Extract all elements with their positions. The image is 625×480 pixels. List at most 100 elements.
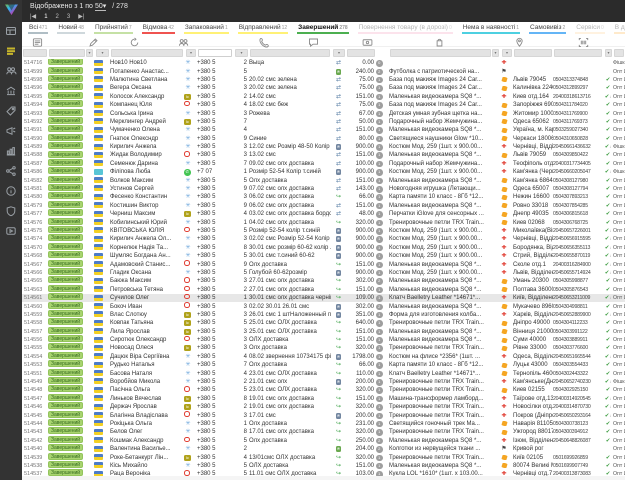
column-filter[interactable]: ▾ xyxy=(184,48,197,57)
megaphone-icon[interactable] xyxy=(5,124,18,137)
phone[interactable]: +7 07 xyxy=(197,168,233,176)
order-row[interactable]: 514580ЗавершенийФесенко Константин✳+380 … xyxy=(22,193,625,201)
phone[interactable]: +380 5 xyxy=(197,135,233,143)
phone[interactable]: +380 5 xyxy=(197,277,233,285)
phone[interactable]: +380 5 xyxy=(197,177,233,185)
delivery-icon[interactable] xyxy=(514,35,525,46)
phone-icon[interactable] xyxy=(258,35,269,46)
order-row[interactable]: 514566ЗавершенийГладик Оксана✳+380 55Гол… xyxy=(22,269,625,277)
phone[interactable]: +380 5 xyxy=(197,412,233,420)
phone[interactable]: +380 5 xyxy=(197,269,233,277)
users-icon[interactable] xyxy=(5,64,18,77)
order-row[interactable]: 514567ЗавершенийАдамовский Станис...+380… xyxy=(22,260,625,268)
order-row[interactable]: 514582ЗавершенийВолков Максим✳+380 55Олх… xyxy=(22,176,625,184)
order-row[interactable]: 514588ЗавершенийЖидак Володимир+380 5313… xyxy=(22,151,625,159)
status-tab[interactable]: Нема в наявності1 xyxy=(462,24,520,34)
page-button[interactable]: 2 xyxy=(56,14,59,20)
phone[interactable]: +380 5 xyxy=(197,378,233,386)
video-icon[interactable] xyxy=(5,224,18,237)
phone[interactable]: +380 5 xyxy=(197,428,233,436)
column-filter[interactable] xyxy=(249,48,331,57)
phone[interactable]: +380 5 xyxy=(197,160,233,168)
order-row[interactable]: 514563ЗавершенийПетровська Тетяна+380 52… xyxy=(22,286,625,294)
order-row[interactable]: 514596ЗавершенийВегера Оксана✳+380 5320.… xyxy=(22,84,625,92)
order-row[interactable]: 514587ЗавершенийСеменюк Дарина✳+380 5709… xyxy=(22,160,625,168)
edit-icon[interactable] xyxy=(88,35,99,46)
phone[interactable]: +380 5 xyxy=(197,445,233,453)
page-button[interactable]: 3 xyxy=(67,14,70,20)
phone[interactable]: +380 5 xyxy=(197,252,233,260)
phone[interactable]: +380 5 xyxy=(197,386,233,394)
order-row[interactable]: 514558ЗавершенийКовпак Татьянаlc+380 552… xyxy=(22,319,625,327)
shield-icon[interactable] xyxy=(5,204,18,217)
phone[interactable]: +380 5 xyxy=(197,403,233,411)
phone[interactable]: +380 5 xyxy=(197,110,233,118)
phone[interactable]: +380 5 xyxy=(197,143,233,151)
phone[interactable]: +380 5 xyxy=(197,185,233,193)
order-row[interactable]: 514538ЗавершенийКісь Михайло✳+380 55ОЛХ … xyxy=(22,462,625,470)
phone[interactable]: +380 5 xyxy=(197,244,233,252)
order-row[interactable]: 514590ЗавершенийГнатюк Олексндр✳+380 59С… xyxy=(22,135,625,143)
order-row[interactable]: 514554ЗавершенийДацюк Віра Сергіївна✳+38… xyxy=(22,353,625,361)
order-row[interactable]: 514581ЗавершенийУстинов Сергей✳+380 5907… xyxy=(22,185,625,193)
column-filter[interactable]: ▾ xyxy=(331,48,346,57)
phone[interactable]: +380 5 xyxy=(197,344,233,352)
column-filter[interactable]: ▾ xyxy=(500,48,513,57)
order-row[interactable]: 514579ЗавершенийКостишин Виктор✳+380 590… xyxy=(22,202,625,210)
customers-icon[interactable] xyxy=(178,35,189,46)
phone[interactable]: +380 5 xyxy=(197,202,233,210)
phone[interactable]: +380 5 xyxy=(197,420,233,428)
status-tab[interactable]: Завершений278 xyxy=(297,24,348,34)
status-tab[interactable]: Новий48 xyxy=(57,24,85,34)
order-row[interactable]: 514548ЗавершенийПасічна Ольга+380 5523.0… xyxy=(22,386,625,394)
phone[interactable]: +380 5 xyxy=(197,68,233,76)
column-filter[interactable] xyxy=(22,48,48,57)
order-row[interactable]: 514556ЗавершенийСиротюк Олександр+380 53… xyxy=(22,336,625,344)
phone[interactable]: +380 5 xyxy=(197,353,233,361)
status-tab[interactable]: В дорозі додому0 xyxy=(614,24,625,34)
phone[interactable]: +380 5 xyxy=(197,286,233,294)
order-row[interactable]: 514598ЗавершенийМалютина Светлана✳+380 5… xyxy=(22,76,625,84)
column-filter[interactable] xyxy=(197,48,233,57)
phone[interactable]: +380 5 xyxy=(197,59,233,67)
order-row[interactable]: 514592ЗавершенийМерклингер Андрейlc+380 … xyxy=(22,118,625,126)
order-row[interactable]: 514595ЗавершенийКолосок Александрlc+380 … xyxy=(22,93,625,101)
column-filter[interactable]: ▾ xyxy=(233,48,249,57)
phone[interactable]: +380 5 xyxy=(197,303,233,311)
order-row[interactable]: 514539ЗавершенийРоке-Бетанкурт Лін...lc+… xyxy=(22,453,625,461)
column-filter[interactable] xyxy=(513,48,553,57)
order-row[interactable]: 514568ЗавершенийШумляс Богдана Ан...✳+38… xyxy=(22,252,625,260)
kanban-icon[interactable] xyxy=(5,24,18,37)
last-page-button[interactable]: ▶| xyxy=(78,13,84,20)
order-row[interactable]: 514555ЗавершенийНовосад Олесяlc+380 53Ол… xyxy=(22,344,625,352)
order-row[interactable]: 514570ЗавершенийКорнелюк Надія Та...✳+38… xyxy=(22,244,625,252)
order-row[interactable]: 514543ЗавершенийБелов Олег✳+380 5817.01 … xyxy=(22,428,625,436)
phone[interactable]: +380 5 xyxy=(197,454,233,462)
phone[interactable]: +380 5 xyxy=(197,319,233,327)
status-tab[interactable]: Відмова42 xyxy=(142,24,175,34)
order-row[interactable]: 514561ЗавершенийСучилов Олег+380 5130.01… xyxy=(22,294,625,302)
order-row[interactable]: 514575ЗавершенийКВІТОВСЬКА ЮЛІЯ+380 55Ро… xyxy=(22,227,625,235)
phone[interactable]: +380 5 xyxy=(197,227,233,235)
status-tab[interactable]: Самовивіз2 xyxy=(529,24,566,34)
status-tab[interactable]: Відправлений12 xyxy=(238,24,288,34)
source-icon[interactable] xyxy=(129,35,140,46)
order-row[interactable]: 514716ЗавершенийНов10 Нов10✳+380 52Выца⇄… xyxy=(22,59,625,67)
barcode-icon[interactable] xyxy=(578,35,589,46)
order-row[interactable]: 514560ЗавершенийБокоч Иван+380 5302.02 3… xyxy=(22,302,625,310)
column-filter[interactable]: ▾ xyxy=(48,48,94,57)
order-row[interactable]: 514599ЗавершенийПотапенко Анастас...✳+38… xyxy=(22,67,625,75)
list-icon[interactable] xyxy=(5,44,18,57)
order-row[interactable]: 514546ЗавершенийДержач Ярославlc+380 521… xyxy=(22,403,625,411)
phone[interactable]: +380 5 xyxy=(197,361,233,369)
order-row[interactable]: 514576ЗавершенийКобилинський Юрий✳+380 5… xyxy=(22,218,625,226)
status-tab[interactable]: Прийнятий7 xyxy=(94,24,133,34)
status-tab[interactable]: Сервіси0 xyxy=(575,24,604,34)
order-row[interactable]: 514540ЗавершенийВалентина Василье...✳+38… xyxy=(22,445,625,453)
info-icon[interactable] xyxy=(5,184,18,197)
phone[interactable]: +380 5 xyxy=(197,336,233,344)
first-page-button[interactable]: |◀ xyxy=(30,13,36,20)
products-icon[interactable] xyxy=(434,35,445,46)
order-row[interactable]: 514542ЗавершенийКошмак Александр+380 55О… xyxy=(22,437,625,445)
order-row[interactable]: 514551ЗавершенийБасова Наталя✳+380 5423.… xyxy=(22,369,625,377)
